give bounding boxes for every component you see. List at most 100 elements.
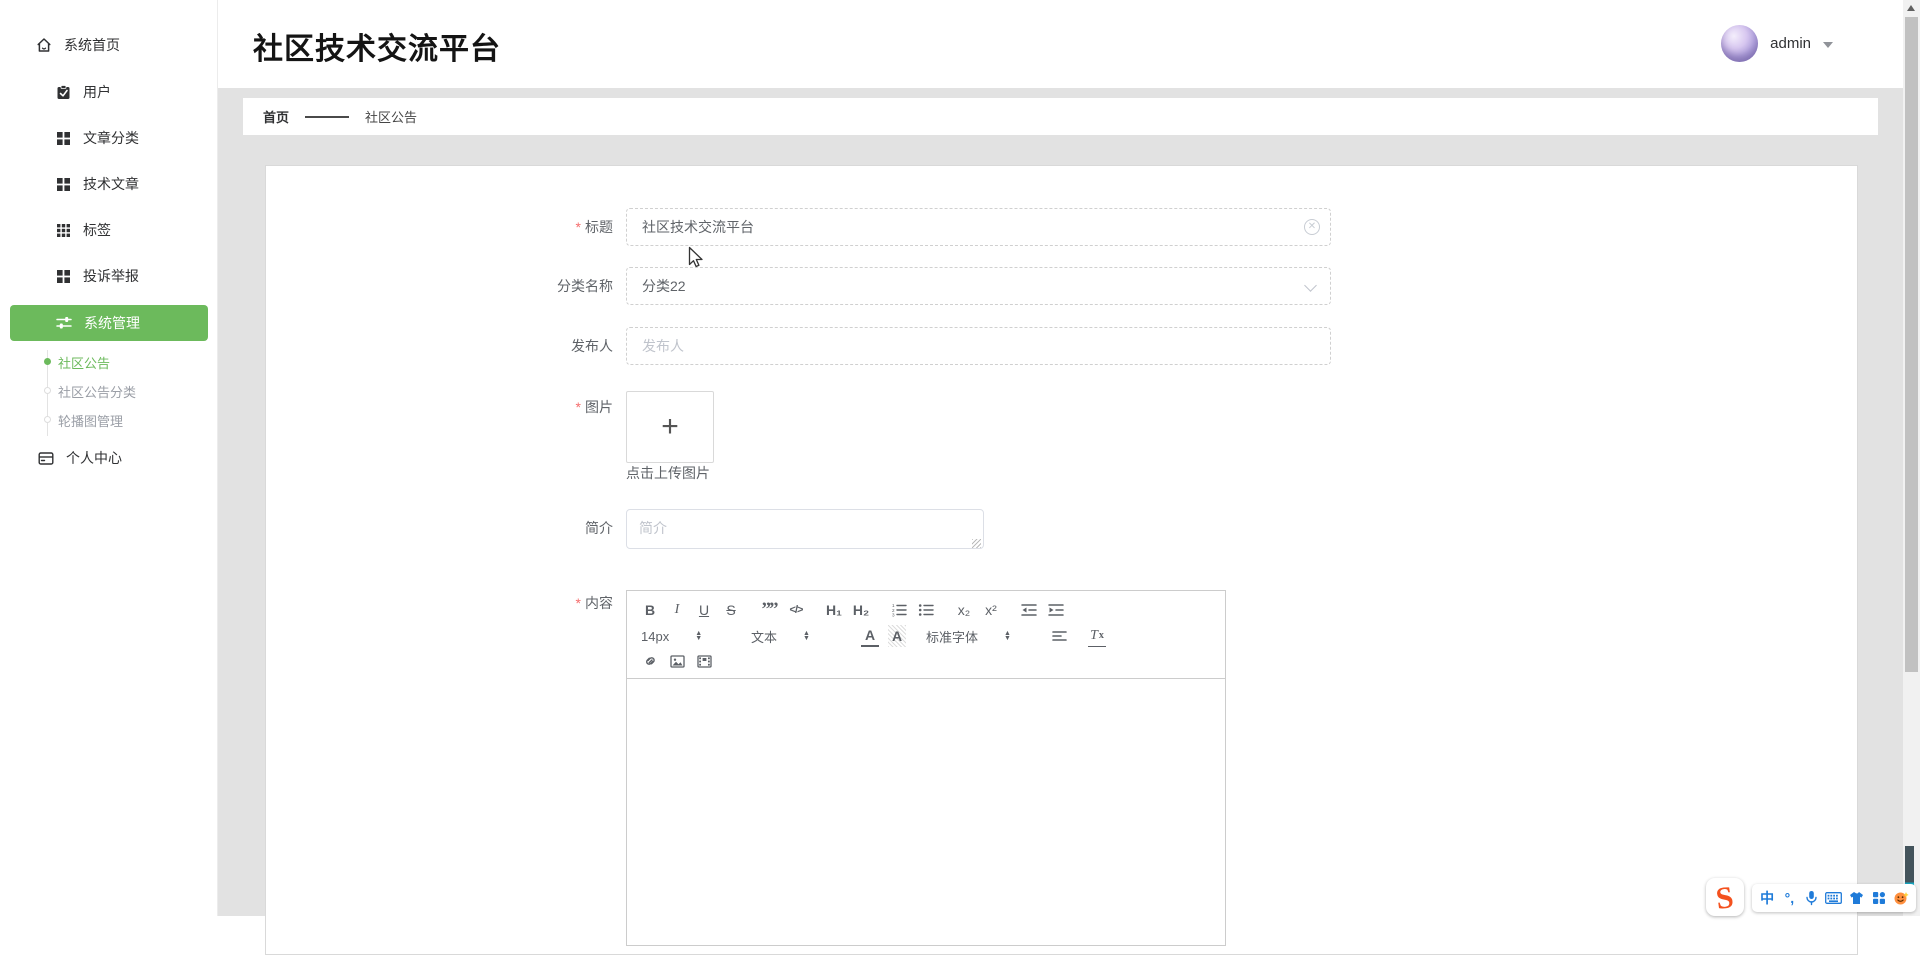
- scrollbar-thumb[interactable]: [1905, 17, 1918, 672]
- highlight-color-button[interactable]: A: [888, 625, 906, 647]
- page-title: 社区技术交流平台: [253, 33, 501, 66]
- sidebar-item-system-management[interactable]: 系统管理: [10, 305, 208, 341]
- upload-hint: 点击上传图片: [626, 465, 710, 481]
- title-input[interactable]: [626, 208, 1331, 246]
- home-icon: [36, 37, 52, 53]
- clear-format-button[interactable]: Tx: [1088, 625, 1106, 647]
- grid-2x2-icon: [56, 131, 71, 146]
- indent-button[interactable]: [1047, 599, 1065, 621]
- sidebar-subitem-announcement-category[interactable]: 社区公告分类: [58, 379, 136, 403]
- sidebar-item-label: 标签: [83, 222, 111, 238]
- avatar[interactable]: [1721, 25, 1759, 62]
- punctuation-icon[interactable]: °,: [1779, 887, 1799, 909]
- sidebar-subitem-community-announcement[interactable]: 社区公告: [58, 350, 110, 374]
- chinese-mode-icon[interactable]: 中: [1757, 887, 1777, 909]
- breadcrumb-separator: [305, 115, 350, 118]
- bold-button[interactable]: B: [641, 599, 659, 621]
- content-label: 内容: [266, 594, 613, 612]
- strikethrough-button[interactable]: S: [722, 599, 740, 621]
- ime-toolbar: 中 °,: [1752, 884, 1916, 912]
- sidebar-item-home[interactable]: 系统首页: [0, 25, 217, 65]
- resize-handle[interactable]: [972, 539, 981, 548]
- skin-icon[interactable]: [1846, 887, 1866, 909]
- sidebar-item-users[interactable]: 用户: [0, 72, 217, 112]
- sidebar-item-complaints[interactable]: 投诉举报: [0, 256, 217, 296]
- sidebar-subitem-carousel-management[interactable]: 轮播图管理: [58, 408, 123, 432]
- subscript-button[interactable]: x₂: [955, 599, 973, 621]
- category-select[interactable]: 分类22: [626, 267, 1331, 305]
- align-button[interactable]: [1050, 625, 1068, 647]
- id-card-icon: [38, 451, 54, 466]
- breadcrumb-home[interactable]: 首页: [263, 107, 289, 126]
- sidebar-item-label: 系统首页: [64, 37, 120, 53]
- sidebar-item-label: 技术文章: [83, 176, 139, 192]
- main-area: 社区技术交流平台 admin 首页 社区公告 标题 ✕ 分类名称 分类22 发布…: [218, 0, 1903, 955]
- code-block-button[interactable]: </>: [787, 599, 805, 621]
- clipboard-check-icon: [56, 84, 71, 100]
- sogou-logo[interactable]: S: [1706, 878, 1744, 916]
- stepper-icon: ▲ ▼: [695, 630, 703, 642]
- stepper-icon: ▲ ▼: [803, 630, 810, 642]
- link-button[interactable]: [641, 650, 659, 672]
- toolbar-row-1: B I U S ”” </> H₁ H₂ 123 x₂ x²: [641, 597, 1211, 623]
- category-label: 分类名称: [557, 278, 613, 294]
- sidebar-item-tags[interactable]: 标签: [0, 210, 217, 250]
- toolbar-row-3: [641, 649, 1211, 673]
- bullet-list-button[interactable]: [917, 599, 935, 621]
- grid-2x2-icon: [56, 269, 71, 284]
- emoji-icon[interactable]: [1891, 887, 1911, 909]
- scroll-up-icon[interactable]: [1907, 5, 1915, 11]
- user-menu[interactable]: admin: [1721, 25, 1833, 62]
- toolbox-grid-icon[interactable]: [1869, 887, 1889, 909]
- rich-text-editor: B I U S ”” </> H₁ H₂ 123 x₂ x² 14px ▲ ▼ …: [626, 590, 1226, 946]
- font-size-picker[interactable]: 14px ▲ ▼: [641, 629, 737, 644]
- text-color-button[interactable]: A: [861, 625, 879, 647]
- grid-3x3-icon: [56, 223, 71, 238]
- italic-button[interactable]: I: [668, 599, 686, 621]
- top-header: 社区技术交流平台 admin: [218, 0, 1903, 88]
- stepper-icon: ▲ ▼: [1004, 630, 1011, 642]
- submenu-bullet: [44, 358, 51, 365]
- submenu-bullet: [44, 387, 51, 394]
- sidebar-item-article-category[interactable]: 文章分类: [0, 118, 217, 158]
- publisher-input[interactable]: [626, 327, 1331, 365]
- sidebar-item-label: 个人中心: [66, 450, 122, 466]
- sidebar-item-personal-center[interactable]: 个人中心: [0, 438, 217, 478]
- microphone-icon[interactable]: [1802, 887, 1822, 909]
- toolbar-row-2: 14px ▲ ▼ 文本 ▲ ▼ A A 标准字体 ▲ ▼ T x: [641, 623, 1211, 649]
- ordered-list-button[interactable]: 123: [890, 599, 908, 621]
- image-button[interactable]: [668, 650, 686, 672]
- outdent-button[interactable]: [1020, 599, 1038, 621]
- sliders-icon: [56, 316, 72, 330]
- clear-input-icon[interactable]: ✕: [1304, 219, 1320, 235]
- superscript-button[interactable]: x²: [982, 599, 1000, 621]
- scrollbar[interactable]: [1903, 0, 1920, 916]
- chevron-down-icon: [1823, 41, 1833, 48]
- breadcrumb: 首页 社区公告: [243, 98, 1878, 135]
- font-family-picker[interactable]: 标准字体 ▲ ▼: [926, 627, 1036, 646]
- svg-text:3: 3: [892, 612, 895, 617]
- header-1-button[interactable]: H₁: [825, 599, 843, 621]
- editor-toolbar: B I U S ”” </> H₁ H₂ 123 x₂ x² 14px ▲ ▼ …: [627, 591, 1225, 679]
- underline-button[interactable]: U: [695, 599, 713, 621]
- sidebar-item-label: 投诉举报: [83, 268, 139, 284]
- title-label: 标题: [266, 218, 613, 236]
- text-style-picker[interactable]: 文本 ▲ ▼: [751, 627, 847, 646]
- form-card: 标题 ✕ 分类名称 分类22 发布人 图片 + 点击上传图片 简介 内容 B I: [265, 165, 1858, 955]
- image-upload-button[interactable]: +: [626, 391, 714, 463]
- sidebar-item-label: 用户: [83, 84, 111, 100]
- header-2-button[interactable]: H₂: [852, 599, 870, 621]
- sidebar-item-label: 文章分类: [83, 130, 139, 146]
- intro-label: 简介: [585, 520, 613, 536]
- sidebar-item-label: 系统管理: [84, 315, 140, 331]
- intro-textarea[interactable]: [626, 509, 984, 549]
- blockquote-button[interactable]: ””: [760, 599, 779, 621]
- video-button[interactable]: [695, 650, 713, 672]
- plus-icon: +: [661, 410, 679, 443]
- image-label: 图片: [266, 398, 613, 416]
- keyboard-icon[interactable]: [1824, 887, 1844, 909]
- breadcrumb-current: 社区公告: [365, 110, 418, 125]
- sidebar-item-tech-article[interactable]: 技术文章: [0, 164, 217, 204]
- sidebar: 系统首页 用户 文章分类 技术文章 标签 投诉举报 系统管理 社区公告 社区公告…: [0, 0, 218, 916]
- user-name: admin: [1770, 35, 1811, 52]
